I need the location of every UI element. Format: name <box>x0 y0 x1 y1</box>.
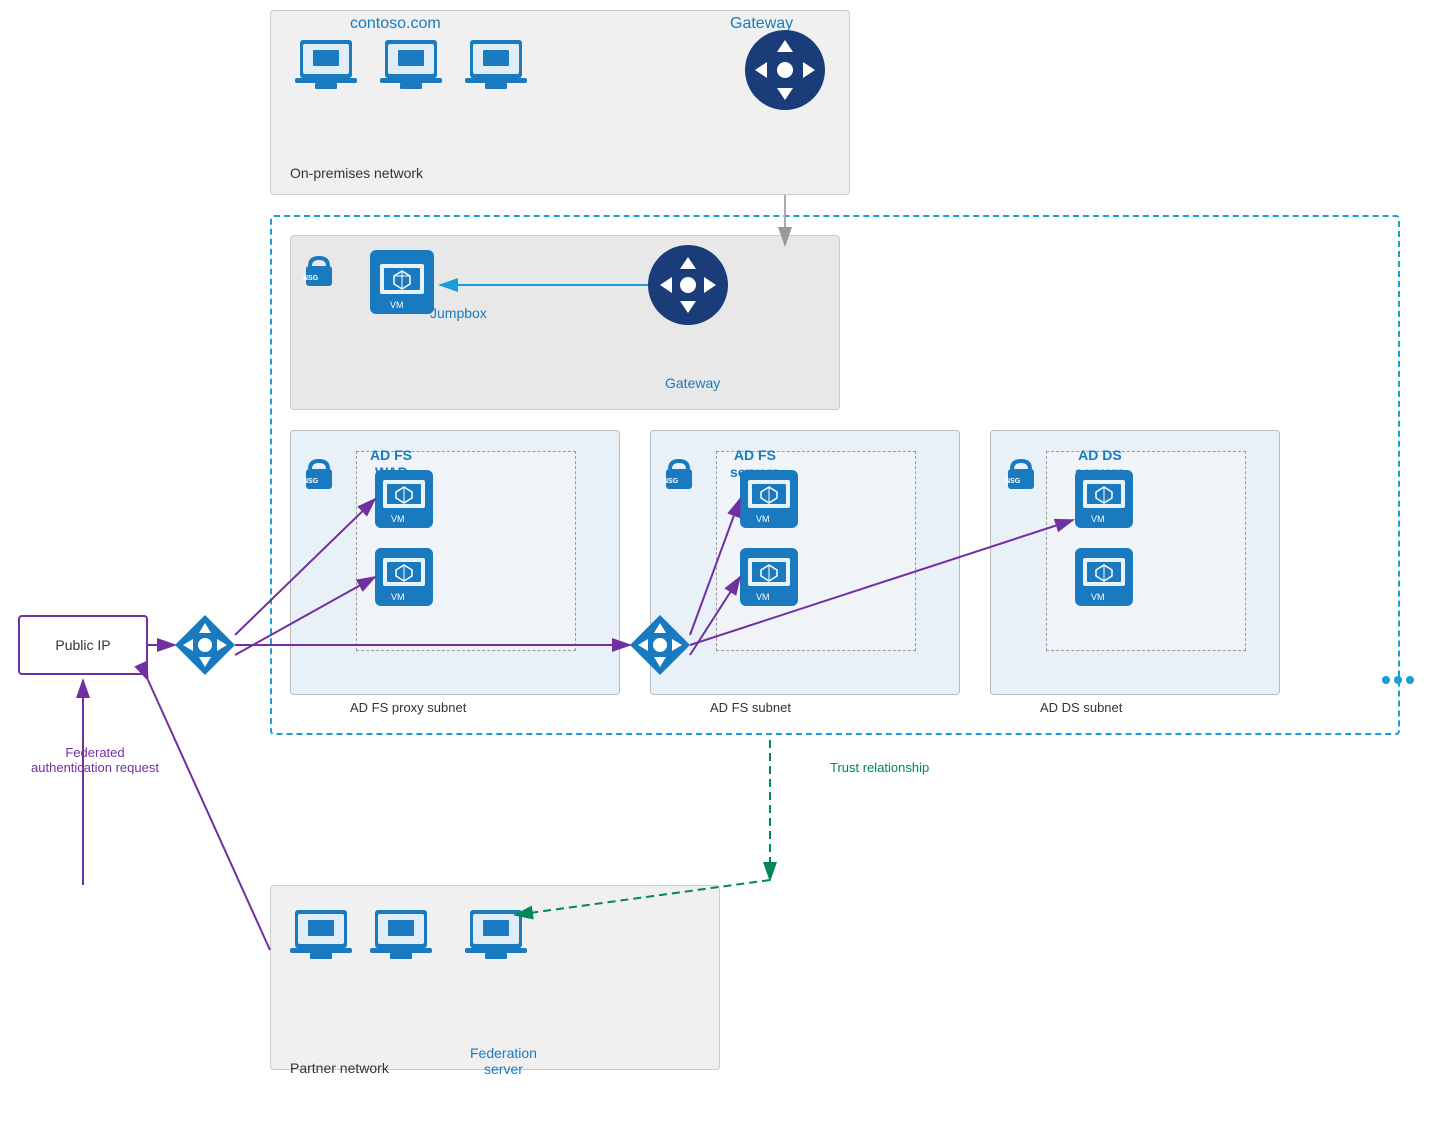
adfs-label: AD FS subnet <box>710 700 791 715</box>
public-ip-box: Public IP <box>18 615 148 675</box>
federated-auth-label: Federated authentication request <box>30 745 160 775</box>
adds-label: AD DS subnet <box>1040 700 1122 715</box>
adds-subnet-zone <box>990 430 1280 695</box>
on-premises-label: On-premises network <box>290 165 423 181</box>
partner-network-zone <box>270 885 720 1070</box>
router-main <box>175 615 235 675</box>
adfs-proxy-inner <box>356 451 576 651</box>
mgmt-subnet-zone <box>290 235 840 410</box>
adfs-proxy-label: AD FS proxy subnet <box>350 700 466 715</box>
adfs-servers-title: AD FSservers <box>730 447 780 481</box>
diagram-container: contoso.com Gateway On-premises network … <box>0 0 1433 1132</box>
jumpbox-label: Jumpbox <box>430 305 487 321</box>
public-ip-label: Public IP <box>55 637 110 653</box>
adds-servers-title: AD DSservers <box>1075 447 1125 481</box>
adfs-inner <box>716 451 916 651</box>
adfs-wap-title: AD FSWAP <box>370 447 412 481</box>
adfs-subnet-zone <box>650 430 960 695</box>
trust-label: Trust relationship <box>830 760 929 775</box>
gateway-top-label: Gateway <box>730 15 793 33</box>
contoso-label: contoso.com <box>350 15 441 33</box>
partner-label: Partner network <box>290 1060 389 1076</box>
adds-inner <box>1046 451 1246 651</box>
adfs-proxy-subnet-zone <box>290 430 620 695</box>
gateway-mgmt-label: Gateway <box>665 375 720 391</box>
federation-server-label: Federationserver <box>470 1045 537 1077</box>
